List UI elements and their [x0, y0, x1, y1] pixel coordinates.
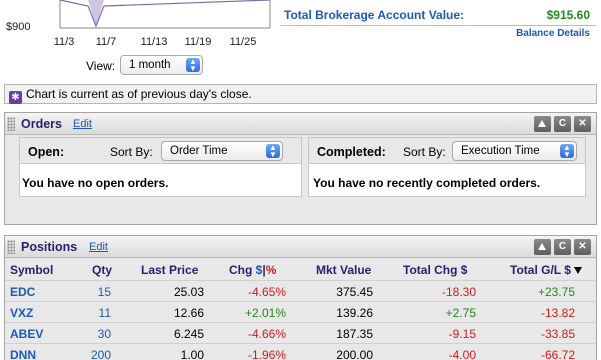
- row-total-gl: +23.75: [537, 285, 575, 299]
- sort-descending-icon: [573, 267, 582, 274]
- open-sort-label: Sort By:: [110, 145, 153, 159]
- positions-panel-header: Positions Edit C ✕: [5, 236, 596, 258]
- col-symbol[interactable]: Symbol: [10, 263, 53, 277]
- row-symbol[interactable]: DNN: [10, 348, 36, 360]
- row-last-price: 1.00: [180, 348, 204, 360]
- row-qty: 11: [98, 306, 111, 320]
- table-row[interactable]: EDC 15 25.03 -4.65% 375.45 -18.30 +23.75: [5, 280, 596, 301]
- col-mkt-value[interactable]: Mkt Value: [316, 263, 371, 277]
- positions-edit-link[interactable]: Edit: [89, 241, 108, 253]
- col-chg-percent[interactable]: %: [266, 263, 277, 277]
- completed-sort-select[interactable]: Execution Time ▲ ▼: [452, 141, 577, 161]
- positions-title: Positions: [21, 240, 78, 254]
- row-chg: -4.66%: [247, 327, 286, 341]
- chart-y-tick: $900: [6, 21, 31, 33]
- col-chg: Chg $|%: [229, 263, 276, 277]
- select-arrows-icon: ▲ ▼: [266, 144, 280, 159]
- close-icon[interactable]: ✕: [574, 239, 591, 255]
- row-mkt-value: 187.35: [336, 327, 373, 341]
- completed-orders-box: Completed: Sort By: Execution Time ▲ ▼ Yo…: [308, 137, 586, 197]
- row-total-chg: -4.00: [448, 348, 476, 360]
- table-row[interactable]: VXZ 11 12.66 +2.01% 139.26 +2.75 -13.82: [5, 301, 596, 322]
- star-icon: ✱: [9, 91, 22, 104]
- col-last-price[interactable]: Last Price: [141, 263, 198, 277]
- chart-x-tick: 11/13: [140, 36, 168, 48]
- completed-sort-label: Sort By:: [403, 145, 446, 159]
- row-chg: -1.96%: [247, 348, 286, 360]
- row-chg: -4.65%: [247, 285, 286, 299]
- col-chg-label: Chg: [229, 263, 253, 277]
- col-total-chg[interactable]: Total Chg $: [403, 263, 467, 277]
- total-account-value-label: Total Brokerage Account Value:: [284, 8, 465, 22]
- open-orders-box: Open: Sort By: Order Time ▲ ▼ You have no…: [19, 137, 302, 197]
- collapse-icon[interactable]: [534, 239, 551, 255]
- open-orders-message: You have no open orders.: [22, 176, 169, 190]
- completed-orders-title: Completed:: [317, 145, 386, 159]
- chart-x-tick: 11/25: [229, 36, 257, 48]
- row-qty: 30: [97, 327, 111, 341]
- completed-orders-bar: Completed: Sort By: Execution Time ▲ ▼: [309, 138, 585, 164]
- row-total-chg: +2.75: [445, 306, 476, 320]
- chart-notice-text: Chart is current as of previous day's cl…: [26, 87, 252, 101]
- row-qty: 15: [97, 285, 111, 299]
- open-sort-select[interactable]: Order Time ▲ ▼: [161, 141, 283, 161]
- total-account-value: $915.60: [546, 8, 590, 22]
- chart-x-tick: 11/7: [95, 36, 117, 48]
- drag-handle-icon[interactable]: [7, 240, 15, 254]
- row-total-gl: -33.85: [540, 327, 575, 341]
- table-row[interactable]: ABEV 30 6.245 -4.66% 187.35 -9.15 -33.85: [5, 322, 596, 343]
- chart-range-value: 1 month: [129, 59, 171, 71]
- view-label: View:: [86, 59, 116, 73]
- orders-title: Orders: [21, 117, 62, 131]
- col-qty[interactable]: Qty: [92, 263, 112, 277]
- open-sort-value: Order Time: [170, 145, 228, 157]
- row-qty: 200: [90, 348, 111, 360]
- row-chg: +2.01%: [244, 306, 286, 320]
- row-total-gl: -66.72: [540, 348, 575, 360]
- refresh-icon[interactable]: C: [554, 239, 571, 255]
- row-last-price: 6.245: [173, 327, 204, 341]
- row-total-chg: -18.30: [441, 285, 476, 299]
- row-mkt-value: 200.00: [336, 348, 373, 360]
- row-symbol[interactable]: ABEV: [10, 327, 43, 341]
- orders-panel-header: Orders Edit C ✕: [5, 113, 596, 135]
- select-arrows-icon: ▲ ▼: [560, 144, 574, 159]
- orders-edit-link[interactable]: Edit: [73, 118, 92, 130]
- col-total-gl-label: Total G/L $: [510, 263, 571, 277]
- completed-sort-value: Execution Time: [461, 145, 540, 157]
- refresh-icon[interactable]: C: [554, 116, 571, 132]
- chart-notice: ✱ Chart is current as of previous day's c…: [4, 84, 597, 104]
- open-orders-title: Open:: [28, 145, 65, 159]
- row-last-price: 25.03: [173, 285, 204, 299]
- balance-details-link[interactable]: Balance Details: [516, 28, 590, 39]
- table-row[interactable]: DNN 200 1.00 -1.96% 200.00 -4.00 -66.72: [5, 343, 596, 360]
- row-last-price: 12.66: [173, 306, 204, 320]
- row-mkt-value: 139.26: [336, 306, 373, 320]
- positions-panel: Positions Edit C ✕ Symbol Qty Last Price…: [4, 235, 597, 360]
- positions-header-row: Symbol Qty Last Price Chg $|% Mkt Value …: [5, 259, 596, 281]
- drag-handle-icon[interactable]: [7, 117, 15, 131]
- select-arrows-icon: ▲ ▼: [186, 58, 200, 73]
- chart-x-tick: 11/3: [53, 36, 75, 48]
- chart-range-select[interactable]: 1 month ▲ ▼: [120, 55, 203, 75]
- close-icon[interactable]: ✕: [574, 116, 591, 132]
- row-total-gl: -13.82: [540, 306, 575, 320]
- orders-panel: Orders Edit C ✕ Open: Sort By: Order Tim…: [4, 112, 597, 225]
- row-symbol[interactable]: VXZ: [10, 306, 33, 320]
- chart-x-tick: 11/19: [184, 36, 212, 48]
- completed-orders-message: You have no recently completed orders.: [313, 176, 541, 190]
- collapse-icon[interactable]: [534, 116, 551, 132]
- row-mkt-value: 375.45: [336, 285, 373, 299]
- account-summary: $900 11/3 11/7 11/13 11/19 11/25 View: 1…: [0, 0, 601, 108]
- open-orders-bar: Open: Sort By: Order Time ▲ ▼: [20, 138, 301, 164]
- balance-divider: [280, 25, 596, 26]
- col-total-gl[interactable]: Total G/L $: [510, 263, 582, 277]
- row-total-chg: -9.15: [448, 327, 476, 341]
- row-symbol[interactable]: EDC: [10, 285, 35, 299]
